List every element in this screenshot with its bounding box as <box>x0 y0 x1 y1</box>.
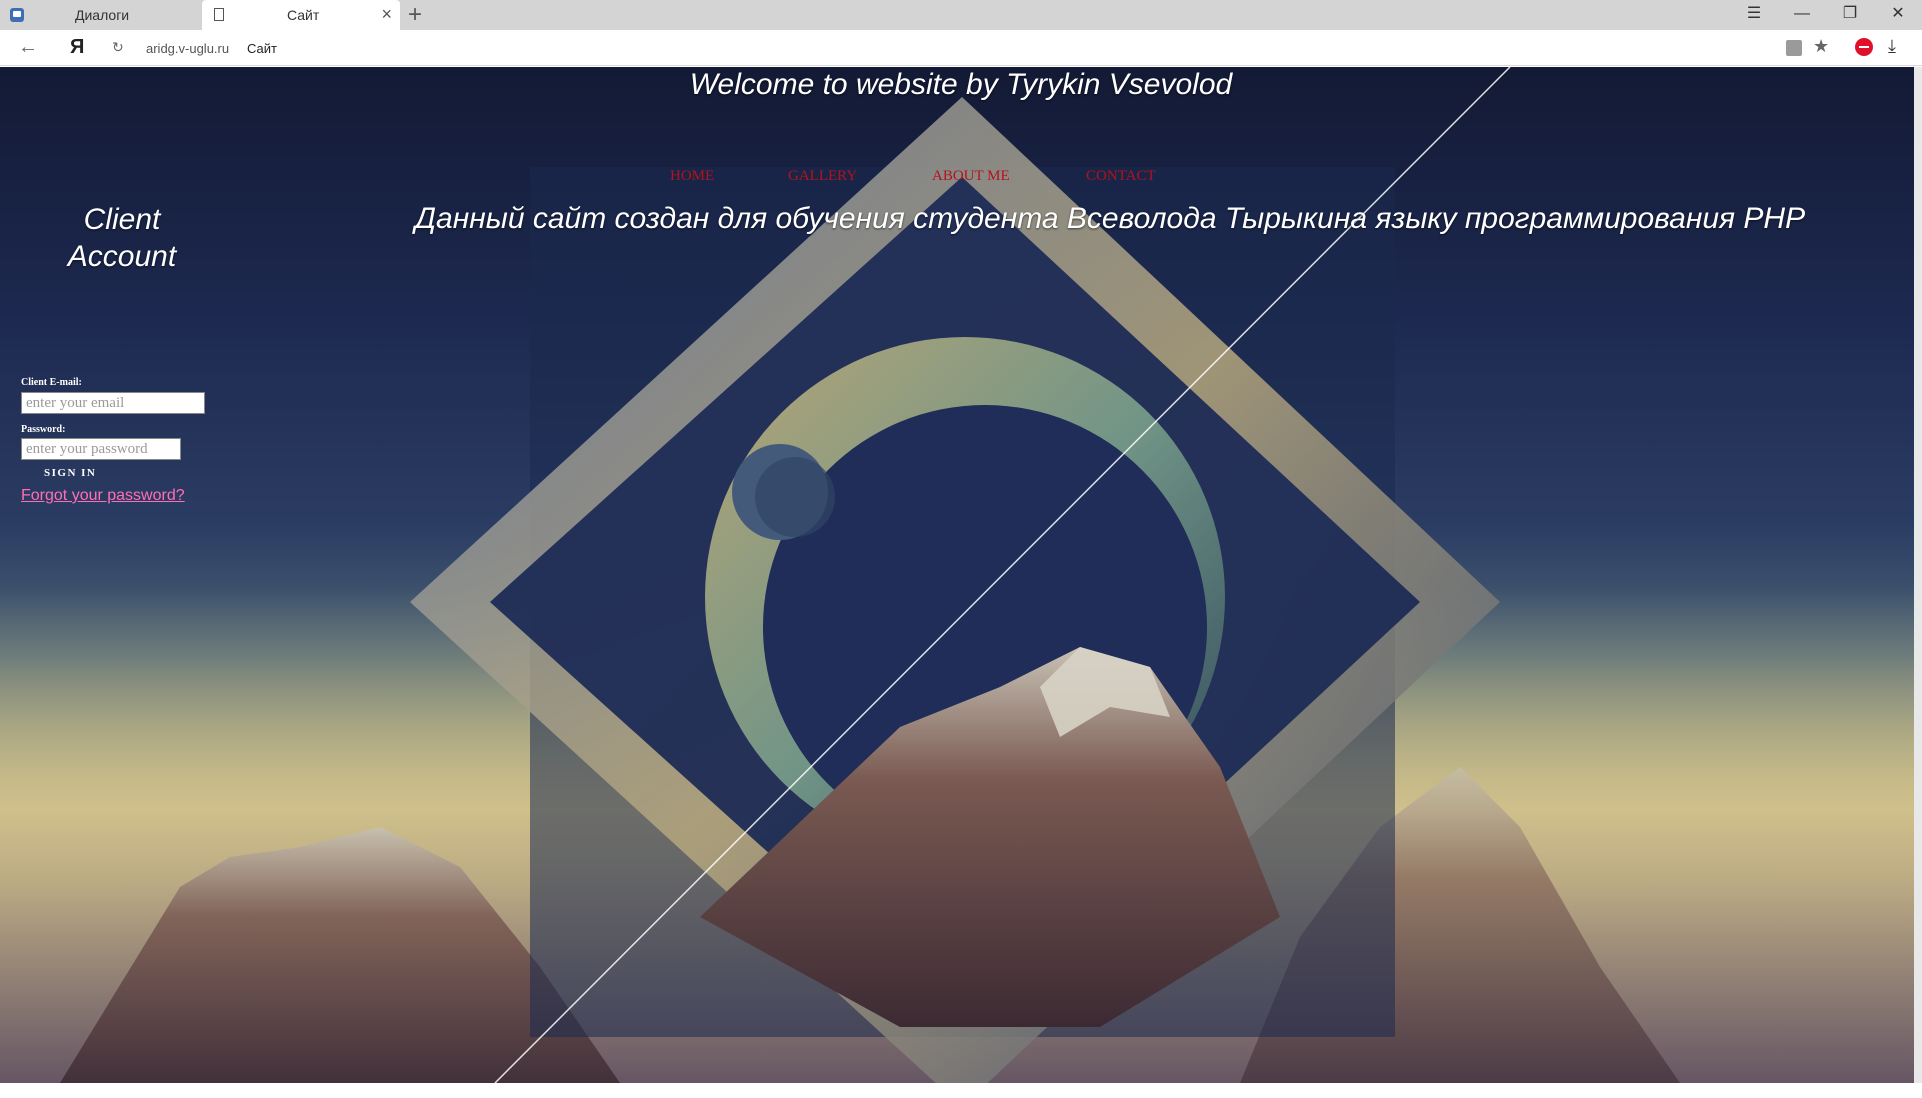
tab-title: Диалоги <box>75 7 130 23</box>
tab-site[interactable]: Сайт × <box>202 0 400 30</box>
page-icon <box>214 8 224 21</box>
sign-in-button[interactable]: SIGN IN <box>44 467 96 479</box>
close-tab-icon[interactable]: × <box>381 4 392 24</box>
new-tab-button[interactable]: + <box>408 2 422 28</box>
restore-button[interactable]: ❐ <box>1838 4 1862 24</box>
url-domain[interactable]: aridg.v-uglu.ru <box>146 41 229 56</box>
nav-gallery-link[interactable]: GALLERY <box>788 168 857 185</box>
moon-shade <box>755 457 835 537</box>
page-viewport: Welcome to website by Tyrykin Vsevolod H… <box>0 67 1922 1083</box>
adblock-icon[interactable] <box>1855 38 1873 56</box>
client-account-heading: Client Account <box>67 203 177 273</box>
nav-about-link[interactable]: ABOUT ME <box>932 168 1010 185</box>
status-strip <box>0 1083 1922 1098</box>
main-navigation: HOME GALLERY ABOUT ME CONTACT <box>670 168 1230 192</box>
nav-contact-link[interactable]: CONTACT <box>1086 168 1156 185</box>
tab-title: Сайт <box>287 7 320 23</box>
page-scrollbar[interactable] <box>1914 67 1922 1083</box>
welcome-message: Данный сайт создан для обучения студента… <box>414 202 1806 235</box>
back-arrow-icon[interactable]: ← <box>18 36 38 59</box>
email-label: Client E-mail: <box>21 377 82 388</box>
bookmark-star-icon[interactable]: ★ <box>1813 36 1829 57</box>
email-field[interactable] <box>21 392 205 414</box>
menu-icon[interactable]: ☰ <box>1742 4 1766 24</box>
password-label: Password: <box>21 424 66 435</box>
chat-app-icon <box>10 8 24 22</box>
tab-dialogs[interactable]: Диалоги <box>0 0 202 30</box>
page-title: Welcome to website by Tyrykin Vsevolod <box>689 68 1233 101</box>
address-bar: ← Я ↻ aridg.v-uglu.ru Сайт ★ ⤓ <box>0 30 1922 66</box>
download-icon[interactable]: ⤓ <box>1888 36 1896 57</box>
browser-tab-bar: Диалоги Сайт × + ☰ — ❐ ✕ <box>0 0 1922 30</box>
translate-icon[interactable] <box>1786 40 1802 56</box>
password-field[interactable] <box>21 438 181 460</box>
forgot-password-link[interactable]: Forgot your password? <box>21 487 185 505</box>
close-window-button[interactable]: ✕ <box>1886 4 1910 24</box>
yandex-logo-icon[interactable]: Я <box>70 36 84 59</box>
minimize-button[interactable]: — <box>1790 4 1814 24</box>
reload-icon[interactable]: ↻ <box>112 39 124 56</box>
nav-home-link[interactable]: HOME <box>670 168 714 185</box>
url-page-title[interactable]: Сайт <box>247 41 277 56</box>
